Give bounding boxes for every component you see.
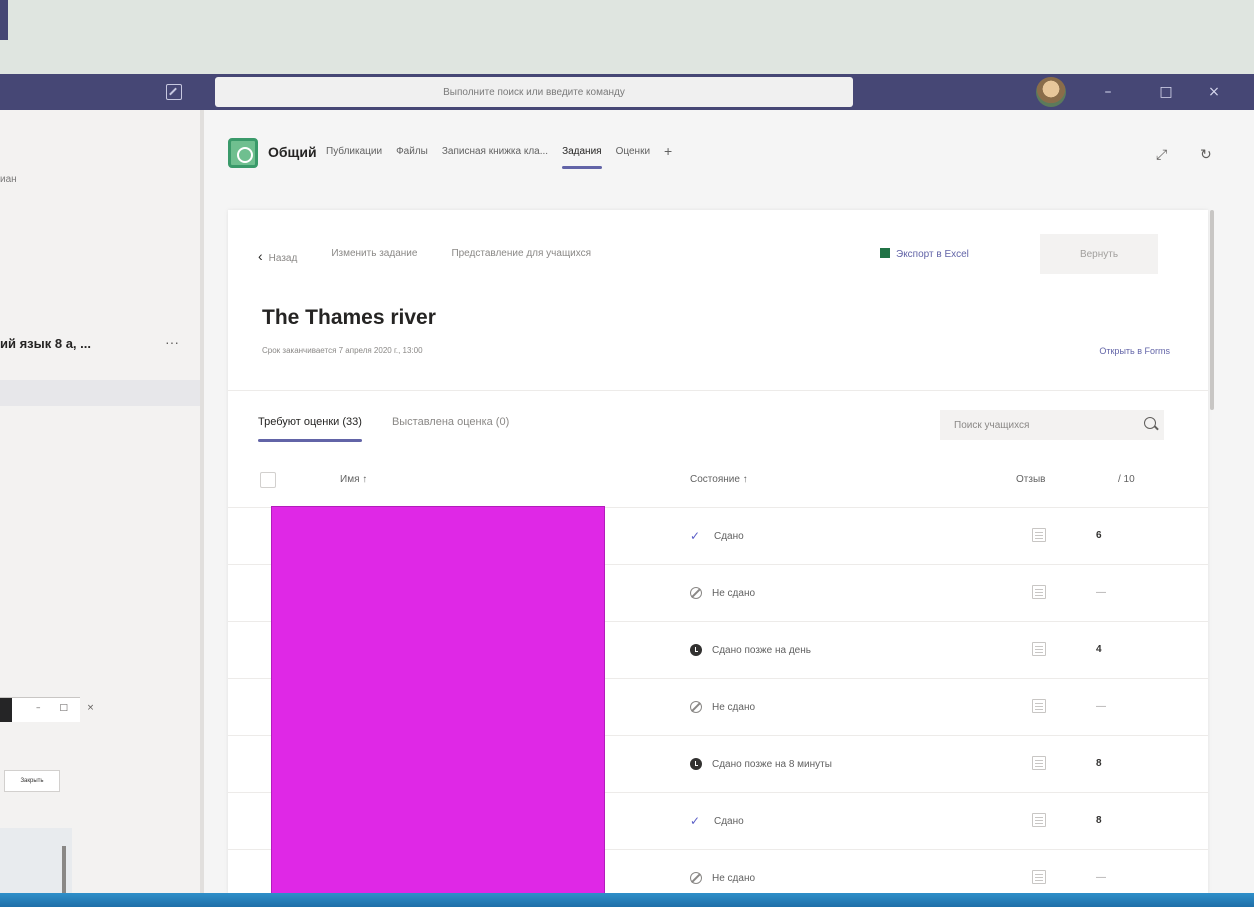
divider [228, 390, 1208, 391]
status-label: Сдано позже на день [712, 644, 811, 656]
late-clock-icon [690, 758, 702, 770]
feedback-icon[interactable] [1032, 813, 1046, 827]
close-dialog-label: Закрыть [20, 778, 44, 784]
status-label: Не сдано [712, 701, 756, 713]
not-turned-in-icon [690, 701, 702, 713]
secondary-window-controls[interactable]: – □ × [36, 703, 102, 713]
grading-tabs: Требуют оценки (33) Выставлена оценка (0… [258, 416, 509, 442]
tab-posts[interactable]: Публикации [326, 146, 382, 169]
column-score: / 10 [1118, 474, 1135, 485]
avatar[interactable] [1036, 77, 1066, 107]
tab-needs-grading[interactable]: Требуют оценки (33) [258, 416, 362, 442]
back-button[interactable]: ‹ Назад [258, 248, 297, 264]
status-cell: ✓ Сдано [690, 815, 744, 827]
column-name[interactable]: Имя ↑ [340, 474, 367, 485]
add-tab-button[interactable]: + [664, 144, 672, 169]
return-label: Вернуть [1079, 248, 1119, 260]
status-label: Не сдано [712, 872, 756, 884]
score-value[interactable]: 8 [1096, 758, 1102, 769]
status-label: Не сдано [712, 587, 756, 599]
status-cell: Не сдано [690, 701, 755, 713]
selected-channel-item[interactable] [0, 380, 204, 406]
status-label: Сдано [714, 530, 744, 542]
feedback-icon[interactable] [1032, 528, 1046, 542]
not-turned-in-icon [690, 872, 702, 884]
export-excel-button[interactable]: Экспорт в Excel [880, 248, 969, 260]
tab-graded[interactable]: Выставлена оценка (0) [392, 416, 509, 442]
chevron-left-icon: ‹ [258, 248, 263, 264]
open-in-forms-link[interactable]: Открыть в Forms [1040, 346, 1170, 356]
return-button[interactable]: Вернуть [1040, 234, 1158, 274]
check-icon: ✓ [690, 529, 701, 543]
not-turned-in-icon [690, 587, 702, 599]
edit-assignment-button[interactable]: Изменить задание [331, 248, 417, 264]
status-label: Сдано [714, 815, 744, 827]
excel-icon [880, 248, 890, 258]
close-dialog-button[interactable]: Закрыть [4, 770, 60, 792]
maximize-button[interactable]: □ [1154, 80, 1178, 104]
close-button[interactable]: × [1202, 80, 1226, 104]
score-value[interactable]: 4 [1096, 644, 1102, 655]
compose-icon[interactable] [166, 84, 182, 100]
score-value[interactable]: — [1096, 587, 1106, 598]
command-bar: ‹ Назад Изменить задание Представление дл… [258, 248, 591, 264]
feedback-icon[interactable] [1032, 870, 1046, 884]
tab-assignments[interactable]: Задания [562, 146, 602, 169]
channel-name: Общий [268, 144, 317, 160]
more-options-icon[interactable]: ··· [165, 334, 179, 350]
status-label: Сдано позже на 8 минуты [712, 758, 832, 770]
panel-top-label: иан [0, 174, 17, 185]
secondary-title-bar: – □ × [0, 698, 94, 722]
check-icon: ✓ [690, 814, 701, 828]
export-label: Экспорт в Excel [896, 249, 969, 260]
status-cell: ✓ Сдано [690, 530, 744, 542]
panel-divider [200, 110, 204, 894]
student-search-input[interactable]: Поиск учащихся [940, 410, 1164, 440]
minimize-button[interactable]: – [1096, 80, 1120, 104]
score-value[interactable]: 8 [1096, 815, 1102, 826]
search-placeholder: Выполните поиск или введите команду [443, 86, 625, 98]
refresh-icon[interactable]: ↻ [1200, 146, 1212, 163]
due-date: Срок заканчивается 7 апреля 2020 г., 13:… [262, 346, 423, 355]
secondary-scrollbar[interactable] [62, 846, 66, 894]
tab-class-notebook[interactable]: Записная книжка кла... [442, 146, 548, 169]
score-value[interactable]: 6 [1096, 530, 1102, 541]
score-value[interactable]: — [1096, 872, 1106, 883]
column-status[interactable]: Состояние ↑ [690, 474, 748, 485]
feedback-icon[interactable] [1032, 642, 1046, 656]
tab-files[interactable]: Файлы [396, 146, 428, 169]
taskbar [0, 893, 1254, 907]
feedback-icon[interactable] [1032, 699, 1046, 713]
team-name[interactable]: ий язык 8 а, ... [0, 336, 91, 351]
secondary-title-dark [0, 698, 12, 722]
column-feedback: Отзыв [1016, 474, 1046, 485]
status-cell: Сдано позже на 8 минуты [690, 758, 832, 770]
command-search-input[interactable]: Выполните поиск или введите команду [215, 77, 853, 107]
status-cell: Не сдано [690, 587, 755, 599]
search-icon[interactable] [1144, 417, 1156, 429]
back-label: Назад [268, 253, 298, 264]
late-clock-icon [690, 644, 702, 656]
channel-header: Общий Публикации Файлы Записная книжка к… [204, 110, 1254, 200]
assignment-title: The Thames river [262, 306, 436, 329]
score-value[interactable]: — [1096, 701, 1106, 712]
student-view-button[interactable]: Представление для учащихся [451, 248, 591, 264]
title-bar: Выполните поиск или введите команду – □ … [0, 74, 1254, 110]
tab-grades[interactable]: Оценки [616, 146, 650, 169]
background-top [0, 0, 1254, 76]
redaction-block [271, 506, 605, 907]
status-cell: Не сдано [690, 872, 755, 884]
student-search-placeholder: Поиск учащихся [954, 419, 1030, 431]
background-corner [0, 0, 8, 40]
secondary-window: – □ × Закрыть [0, 697, 94, 894]
select-all-checkbox[interactable] [260, 472, 276, 488]
table-header: Имя ↑ Состояние ↑ Отзыв / 10 [228, 456, 1208, 508]
team-logo-icon [228, 138, 258, 168]
expand-icon[interactable]: ⤢ [1156, 146, 1167, 163]
scrollbar[interactable] [1208, 210, 1216, 410]
feedback-icon[interactable] [1032, 756, 1046, 770]
channel-tabs: Публикации Файлы Записная книжка кла... … [326, 144, 672, 169]
status-cell: Сдано позже на день [690, 644, 811, 656]
feedback-icon[interactable] [1032, 585, 1046, 599]
